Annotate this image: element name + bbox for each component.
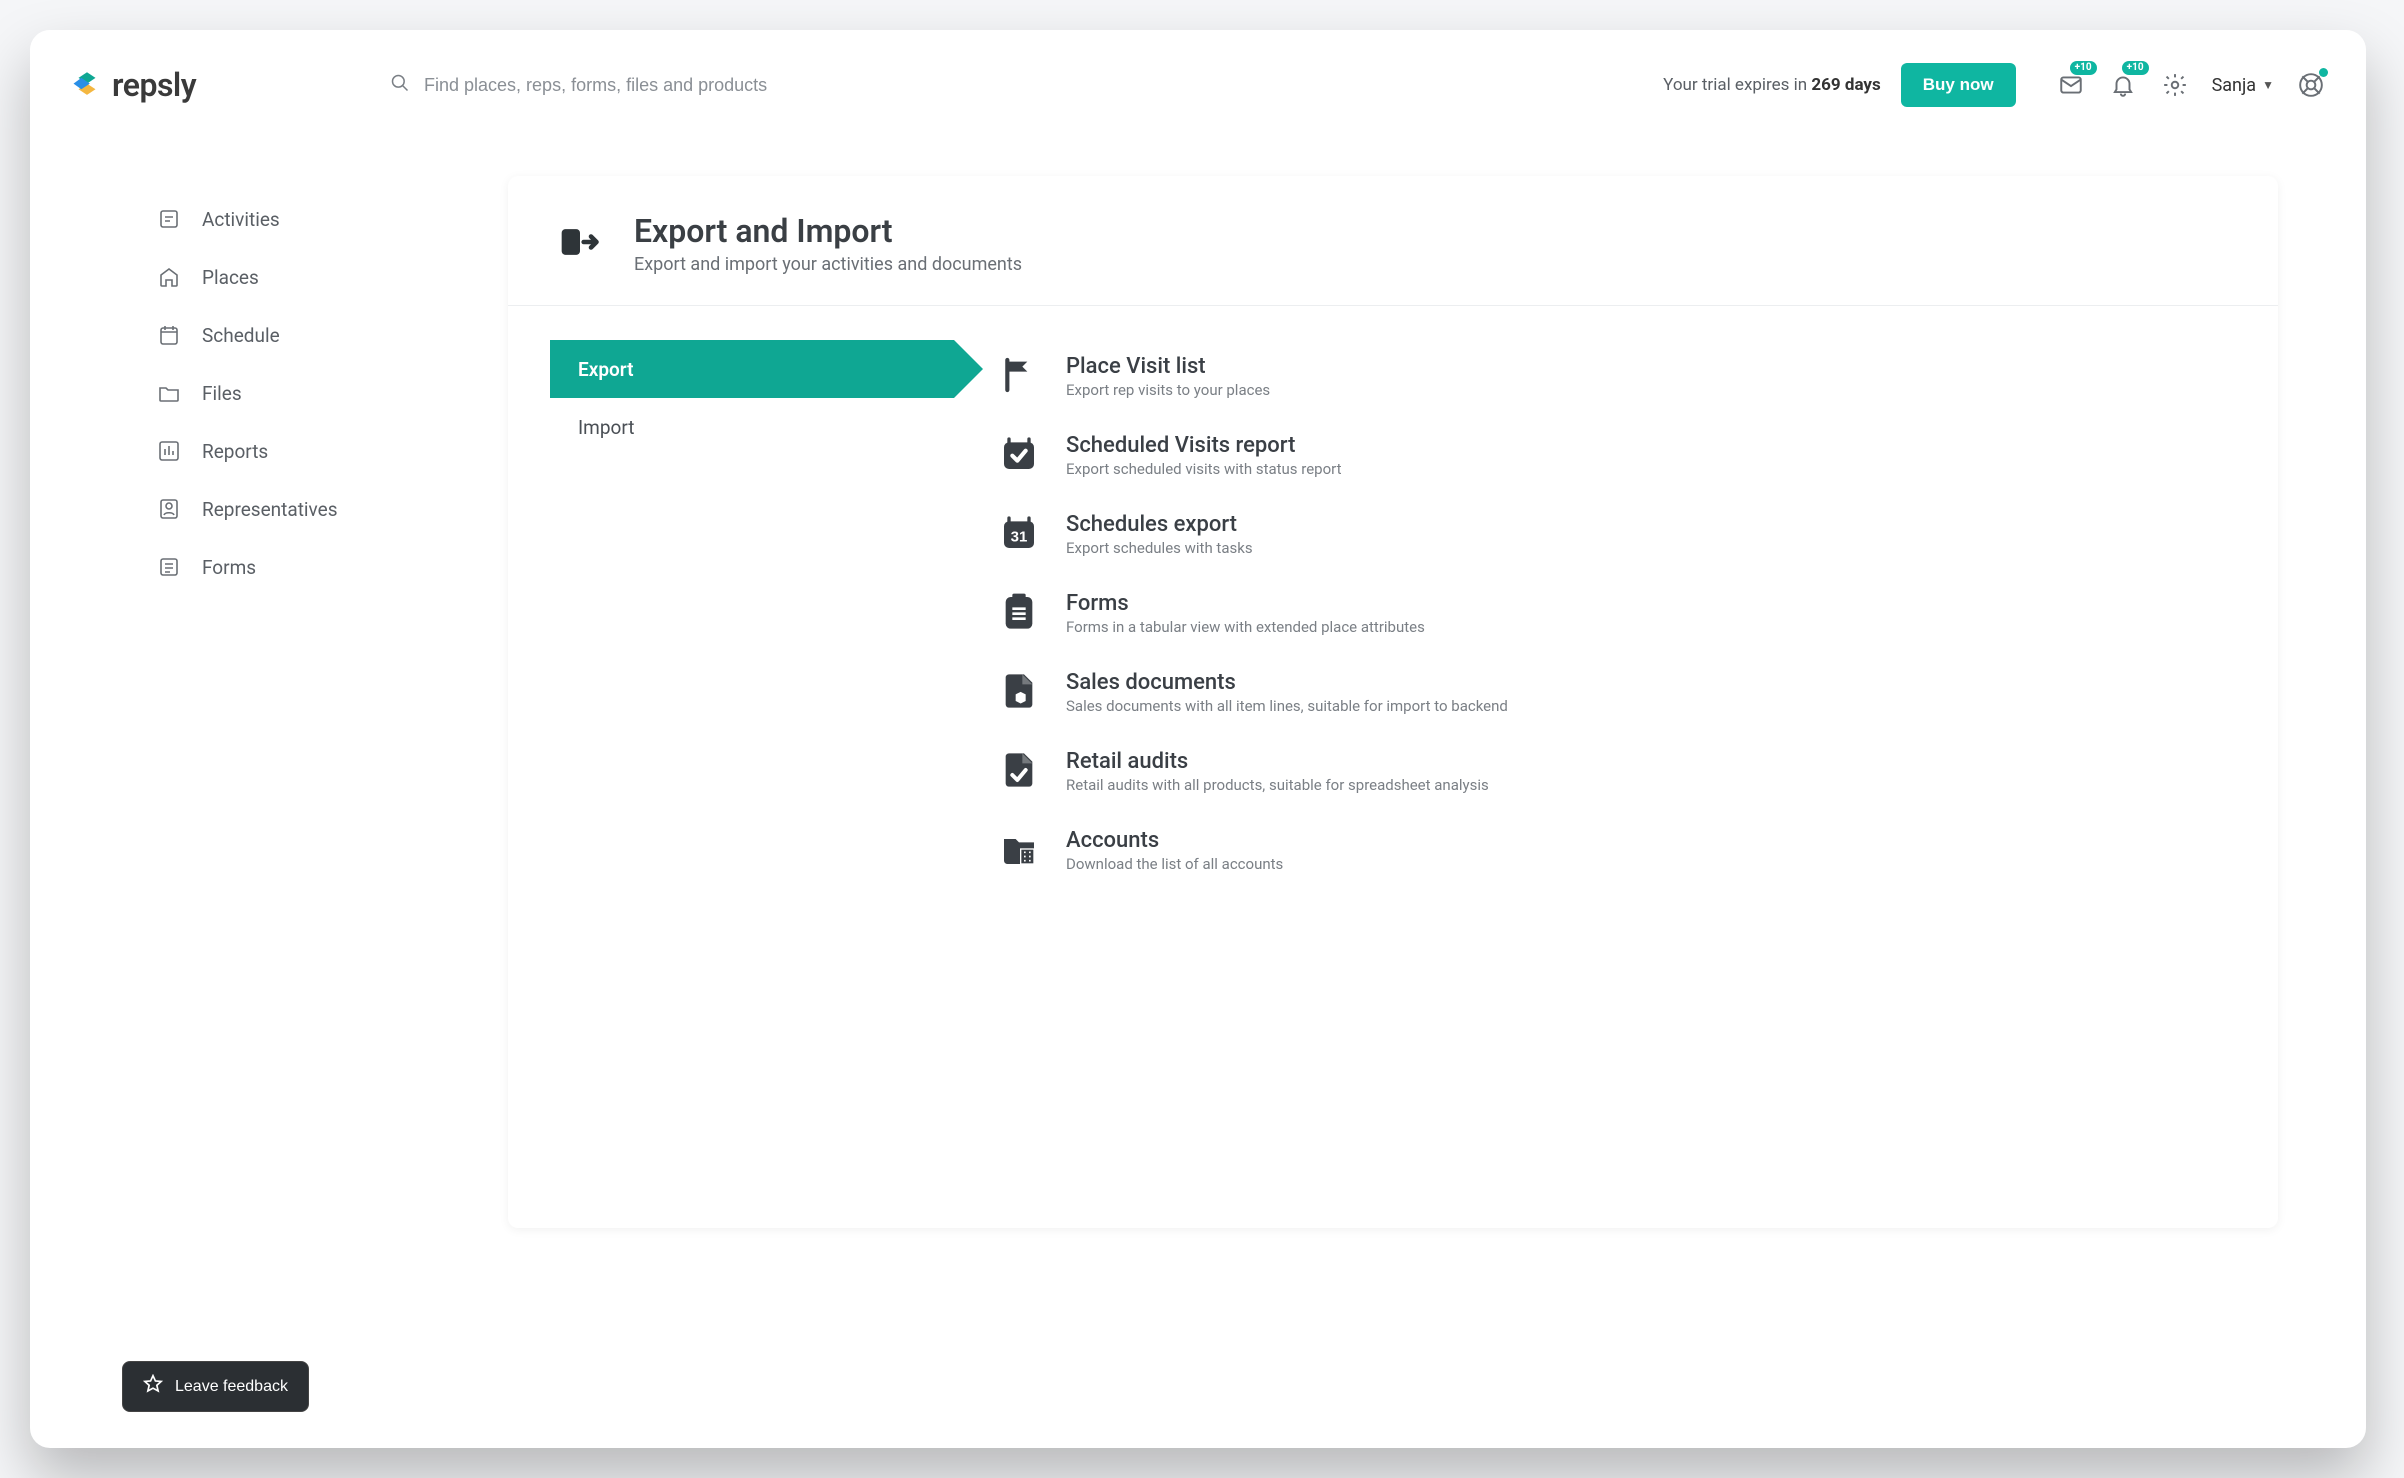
search-icon xyxy=(390,73,410,97)
tabs: Export Import xyxy=(508,340,968,893)
export-options: Place Visit list Export rep visits to yo… xyxy=(968,340,2278,893)
feedback-label: Leave feedback xyxy=(175,1378,288,1396)
logo[interactable]: repsly xyxy=(70,66,390,104)
bell-badge: +10 xyxy=(2122,61,2149,75)
option-desc: Sales documents with all item lines, sui… xyxy=(1066,697,1508,715)
trial-prefix: Your trial expires in xyxy=(1663,75,1811,95)
sidebar-item-label: Schedule xyxy=(202,324,280,347)
user-menu[interactable]: Sanja ▼ xyxy=(2212,75,2274,96)
option-place-visit-list[interactable]: Place Visit list Export rep visits to yo… xyxy=(998,340,2238,419)
sidebar-item-label: Reports xyxy=(202,440,268,463)
inbox-icon[interactable]: +10 xyxy=(2056,70,2086,100)
chevron-down-icon: ▼ xyxy=(2262,78,2274,92)
help-dot xyxy=(2319,68,2328,77)
page-subtitle: Export and import your activities and do… xyxy=(634,254,1022,275)
sidebar-item-label: Activities xyxy=(202,208,280,231)
option-retail-audits[interactable]: Retail audits Retail audits with all pro… xyxy=(998,735,2238,814)
option-desc: Export scheduled visits with status repo… xyxy=(1066,460,1342,478)
sidebar-item-files[interactable]: Files xyxy=(144,364,424,422)
sidebar-item-label: Representatives xyxy=(202,498,338,521)
activities-icon xyxy=(156,206,182,232)
inbox-badge: +10 xyxy=(2070,61,2097,75)
svg-text:31: 31 xyxy=(1011,528,1028,545)
calendar-check-icon xyxy=(998,433,1040,475)
places-icon xyxy=(156,264,182,290)
sidebar-item-label: Files xyxy=(202,382,242,405)
sidebar-item-schedule[interactable]: Schedule xyxy=(144,306,424,364)
sidebar-item-label: Forms xyxy=(202,556,256,579)
option-schedules-export[interactable]: 31 Schedules export Export schedules wit… xyxy=(998,498,2238,577)
forms-icon xyxy=(156,554,182,580)
settings-icon[interactable] xyxy=(2160,70,2190,100)
panel-header: Export and Import Export and import your… xyxy=(508,176,2278,306)
option-title: Retail audits xyxy=(1066,749,1489,774)
sidebar-item-label: Places xyxy=(202,266,259,289)
panel-body: Export Import Place Visit list Export re… xyxy=(508,306,2278,893)
files-icon xyxy=(156,380,182,406)
option-sales-documents[interactable]: Sales documents Sales documents with all… xyxy=(998,656,2238,735)
option-title: Forms xyxy=(1066,591,1425,616)
sidebar-item-places[interactable]: Places xyxy=(144,248,424,306)
option-title: Schedules export xyxy=(1066,512,1253,537)
option-desc: Export rep visits to your places xyxy=(1066,381,1270,399)
header: repsly Your trial expires in 269 days Bu… xyxy=(30,30,2366,140)
buy-now-button[interactable]: Buy now xyxy=(1901,63,2016,107)
main-panel: Export and Import Export and import your… xyxy=(508,176,2278,1228)
sidebar-item-reports[interactable]: Reports xyxy=(144,422,424,480)
option-desc: Forms in a tabular view with extended pl… xyxy=(1066,618,1425,636)
clipboard-list-icon xyxy=(998,591,1040,633)
option-title: Accounts xyxy=(1066,828,1283,853)
document-box-icon xyxy=(998,670,1040,712)
representatives-icon xyxy=(156,496,182,522)
bell-icon[interactable]: +10 xyxy=(2108,70,2138,100)
flag-icon xyxy=(998,354,1040,396)
option-title: Scheduled Visits report xyxy=(1066,433,1342,458)
sidebar: Activities Places Schedule Files Reports… xyxy=(144,190,424,596)
folder-building-icon xyxy=(998,828,1040,870)
option-desc: Download the list of all accounts xyxy=(1066,855,1283,873)
sidebar-item-forms[interactable]: Forms xyxy=(144,538,424,596)
tab-label: Export xyxy=(578,358,633,381)
calendar-date-icon: 31 xyxy=(998,512,1040,554)
schedule-icon xyxy=(156,322,182,348)
app-window: repsly Your trial expires in 269 days Bu… xyxy=(30,30,2366,1448)
option-accounts[interactable]: Accounts Download the list of all accoun… xyxy=(998,814,2238,893)
header-actions: +10 +10 Sanja ▼ xyxy=(2056,70,2326,100)
reports-icon xyxy=(156,438,182,464)
document-check-icon xyxy=(998,749,1040,791)
leave-feedback-button[interactable]: Leave feedback xyxy=(122,1361,309,1412)
tab-import[interactable]: Import xyxy=(550,398,954,456)
tab-label: Import xyxy=(578,416,634,439)
help-icon[interactable] xyxy=(2296,70,2326,100)
option-title: Place Visit list xyxy=(1066,354,1270,379)
search xyxy=(390,73,1663,97)
export-import-icon xyxy=(558,220,602,268)
trial-status: Your trial expires in 269 days xyxy=(1663,75,1881,95)
trial-days: 269 days xyxy=(1811,75,1880,95)
search-input[interactable] xyxy=(424,75,904,96)
star-icon xyxy=(143,1374,163,1399)
sidebar-item-representatives[interactable]: Representatives xyxy=(144,480,424,538)
sidebar-item-activities[interactable]: Activities xyxy=(144,190,424,248)
option-scheduled-visits-report[interactable]: Scheduled Visits report Export scheduled… xyxy=(998,419,2238,498)
page-title: Export and Import xyxy=(634,212,1022,250)
option-forms[interactable]: Forms Forms in a tabular view with exten… xyxy=(998,577,2238,656)
tab-export[interactable]: Export xyxy=(550,340,954,398)
option-desc: Export schedules with tasks xyxy=(1066,539,1253,557)
user-name: Sanja xyxy=(2212,75,2257,96)
option-title: Sales documents xyxy=(1066,670,1508,695)
logo-mark-icon xyxy=(70,68,104,102)
logo-text: repsly xyxy=(112,66,196,104)
option-desc: Retail audits with all products, suitabl… xyxy=(1066,776,1489,794)
